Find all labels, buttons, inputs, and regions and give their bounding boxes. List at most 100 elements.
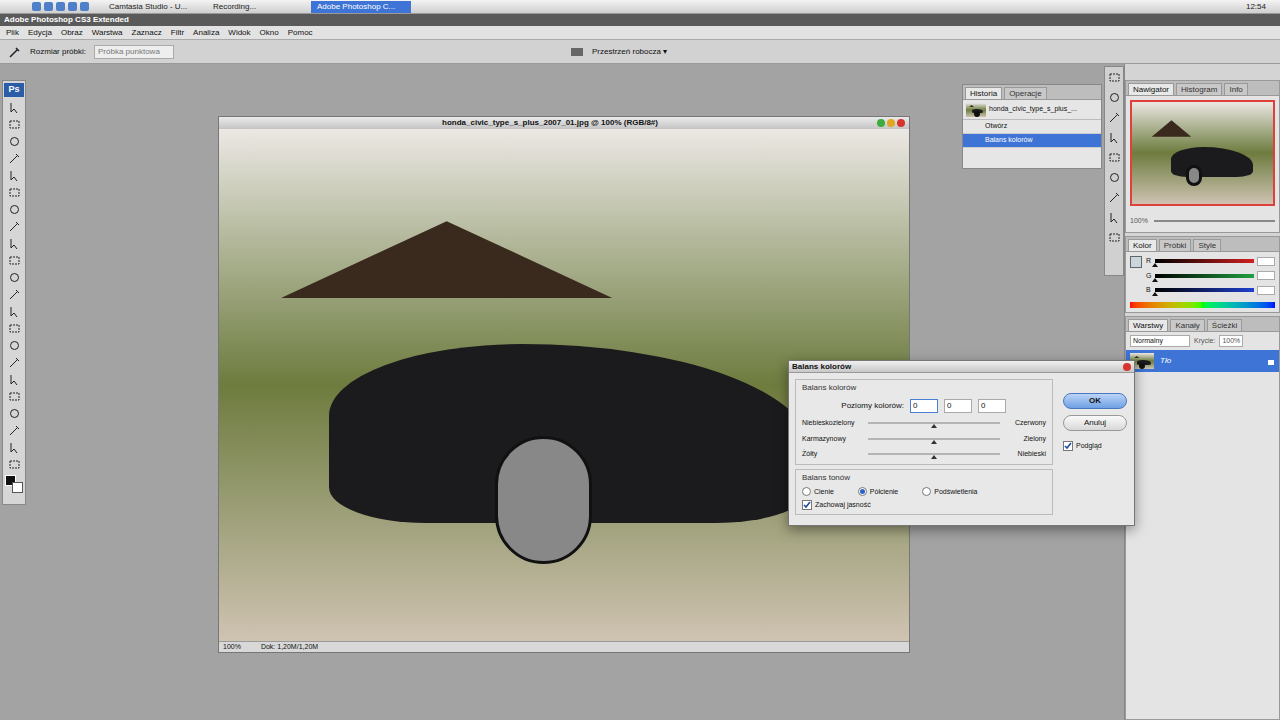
menu-item[interactable]: Edycja xyxy=(28,29,52,37)
panel-tab[interactable]: Style xyxy=(1193,239,1221,251)
tool-icon[interactable] xyxy=(1108,171,1121,184)
app-icon[interactable] xyxy=(56,2,65,11)
navigator-preview[interactable] xyxy=(1130,100,1275,206)
app-icon[interactable] xyxy=(32,2,41,11)
panel-tab[interactable]: Warstwy xyxy=(1128,319,1168,331)
tool-icon[interactable] xyxy=(8,186,21,199)
tool-icon[interactable] xyxy=(8,322,21,335)
tone-option[interactable]: Półcienie xyxy=(858,487,898,498)
dialog-button[interactable]: OK xyxy=(1063,393,1127,409)
level-field[interactable]: 0 xyxy=(910,399,938,413)
tone-option[interactable]: Cienie xyxy=(802,487,834,498)
panel-tab[interactable]: Historia xyxy=(965,87,1002,99)
channel-field[interactable] xyxy=(1257,257,1275,266)
opacity-field[interactable]: 100% xyxy=(1219,335,1243,348)
level-field[interactable]: 0 xyxy=(944,399,972,413)
tool-icon[interactable] xyxy=(8,203,21,216)
channel-field[interactable] xyxy=(1257,286,1275,295)
tool-icon[interactable] xyxy=(8,152,21,165)
tool-icon[interactable] xyxy=(8,390,21,403)
panel-tab[interactable]: Histogram xyxy=(1176,83,1222,95)
menu-item[interactable]: Pomoc xyxy=(288,29,313,37)
tool-icon[interactable] xyxy=(8,441,21,454)
history-item[interactable]: Otwórz xyxy=(963,120,1101,134)
channel-slider[interactable] xyxy=(1155,259,1254,263)
panel-tab[interactable]: Info xyxy=(1224,83,1247,95)
sample-select[interactable]: Próbka punktowa xyxy=(94,45,174,59)
tool-icon[interactable] xyxy=(8,407,21,420)
history-item[interactable]: Balans kolorów xyxy=(963,134,1101,148)
tool-icon[interactable] xyxy=(8,254,21,267)
dialog-titlebar[interactable]: Balans kolorów xyxy=(789,361,1134,373)
tool-icon[interactable] xyxy=(1108,131,1121,144)
menu-item[interactable]: Analiza xyxy=(193,29,219,37)
tool-icon[interactable] xyxy=(8,101,21,114)
tool-icon[interactable] xyxy=(8,288,21,301)
panel-tab[interactable]: Kanały xyxy=(1170,319,1204,331)
level-field[interactable]: 0 xyxy=(978,399,1006,413)
tool-icon[interactable] xyxy=(8,118,21,131)
panel-tab[interactable]: Nawigator xyxy=(1128,83,1174,95)
minimize-button[interactable] xyxy=(887,119,895,127)
panel-tab[interactable]: Operacje xyxy=(1004,87,1046,99)
menu-item[interactable]: Plik xyxy=(6,29,19,37)
menu-item[interactable]: Zaznacz xyxy=(132,29,162,37)
workspace-icon[interactable] xyxy=(570,47,584,57)
tool-icon[interactable] xyxy=(8,356,21,369)
tool-icon[interactable] xyxy=(1108,71,1121,84)
app-icon[interactable] xyxy=(44,2,53,11)
tool-icon[interactable] xyxy=(1108,231,1121,244)
close-button[interactable] xyxy=(897,119,905,127)
layer-row[interactable]: Tło xyxy=(1126,350,1279,372)
tool-icon[interactable] xyxy=(8,458,21,471)
tool-icon[interactable] xyxy=(8,220,21,233)
tool-icon[interactable] xyxy=(1108,191,1121,204)
menu-item[interactable]: Filtr xyxy=(171,29,184,37)
channel-slider[interactable] xyxy=(1155,274,1254,278)
tool-icon[interactable] xyxy=(8,339,21,352)
preview-option[interactable]: Podgląd xyxy=(1063,441,1127,452)
tool-icon[interactable] xyxy=(1108,211,1121,224)
fg-swatch[interactable] xyxy=(1130,256,1142,268)
zoom-button[interactable] xyxy=(877,119,885,127)
close-button[interactable] xyxy=(1123,363,1131,371)
window-tab[interactable]: Recording... xyxy=(207,1,307,13)
app-icon[interactable] xyxy=(80,2,89,11)
tool-icon[interactable] xyxy=(8,135,21,148)
balance-slider[interactable] xyxy=(868,422,1000,424)
radio[interactable] xyxy=(802,487,811,496)
spectrum[interactable] xyxy=(1130,302,1275,308)
tool-icon[interactable] xyxy=(8,237,21,250)
blend-select[interactable]: Normalny xyxy=(1130,335,1190,348)
window-tab[interactable]: Adobe Photoshop C... xyxy=(311,1,411,13)
workspace-menu[interactable]: Przestrzeń robocza ▾ xyxy=(592,46,667,58)
color-swatches[interactable] xyxy=(5,475,23,493)
menu-item[interactable]: Okno xyxy=(260,29,279,37)
radio[interactable] xyxy=(858,487,867,496)
balance-slider[interactable] xyxy=(868,438,1000,440)
menu-item[interactable]: Warstwa xyxy=(92,29,123,37)
menu-item[interactable]: Widok xyxy=(228,29,250,37)
preview-checkbox[interactable] xyxy=(1063,441,1073,451)
app-icon[interactable] xyxy=(68,2,77,11)
menu-item[interactable]: Obraz xyxy=(61,29,83,37)
window-tab[interactable]: Camtasia Studio - U... xyxy=(103,1,203,13)
eyedropper-icon[interactable] xyxy=(8,45,22,59)
history-snapshot[interactable]: honda_civic_type_s_plus_... xyxy=(963,100,1101,120)
tool-icon[interactable] xyxy=(1108,151,1121,164)
tool-icon[interactable] xyxy=(1108,91,1121,104)
tool-icon[interactable] xyxy=(8,169,21,182)
tool-icon[interactable] xyxy=(8,271,21,284)
preserve-luminosity[interactable]: Zachowaj jasność xyxy=(802,500,1046,511)
channel-slider[interactable] xyxy=(1155,288,1254,292)
channel-field[interactable] xyxy=(1257,271,1275,280)
tool-icon[interactable] xyxy=(8,424,21,437)
document-titlebar[interactable]: honda_civic_type_s_plus_2007_01.jpg @ 10… xyxy=(219,117,909,129)
preserve-checkbox[interactable] xyxy=(802,500,812,510)
tool-icon[interactable] xyxy=(8,305,21,318)
panel-tab[interactable]: Ścieżki xyxy=(1207,319,1242,331)
balance-slider[interactable] xyxy=(868,453,1000,455)
dialog-button[interactable]: Anuluj xyxy=(1063,415,1127,431)
tone-option[interactable]: Podświetlenia xyxy=(922,487,977,498)
radio[interactable] xyxy=(922,487,931,496)
